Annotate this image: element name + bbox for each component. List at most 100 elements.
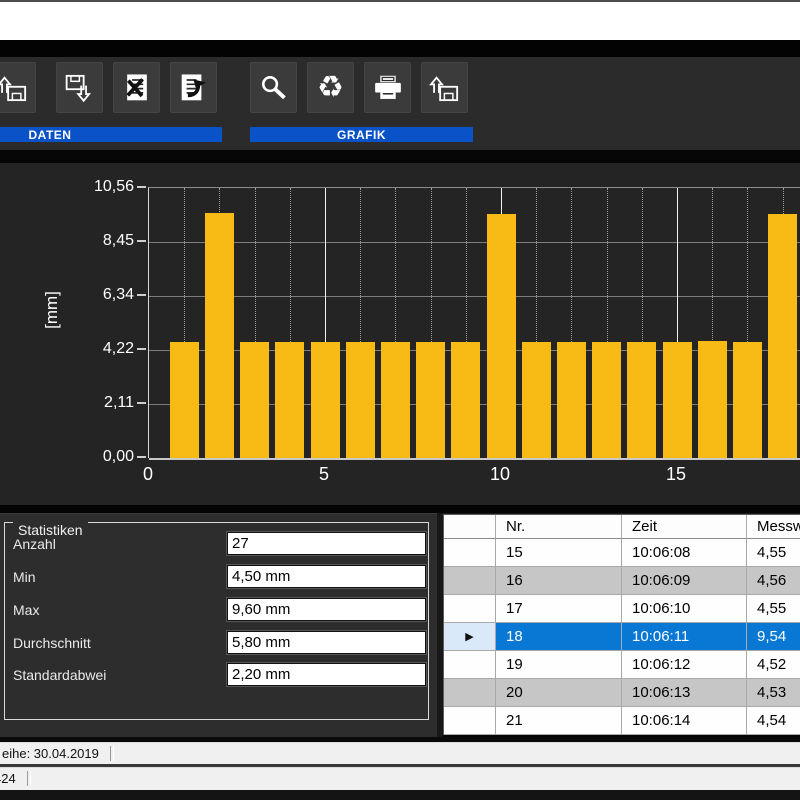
y-tick-mark xyxy=(137,240,146,242)
status-bar-2: 424 xyxy=(0,767,800,790)
cell-zeit[interactable]: 10:06:14 xyxy=(622,707,747,735)
separator xyxy=(0,505,800,513)
cell-mess[interactable]: 4,52 xyxy=(747,651,800,679)
refresh-button[interactable]: ♻ xyxy=(307,62,354,113)
table-row[interactable]: ▶ 1810:06:119,54 xyxy=(444,623,800,651)
h-gridline xyxy=(149,242,800,243)
printer-icon xyxy=(370,72,406,104)
plot-area xyxy=(148,187,800,458)
row-selector-header xyxy=(444,515,496,539)
cell-nr[interactable]: 15 xyxy=(496,539,622,567)
chart-bar xyxy=(311,342,340,458)
row-selector[interactable] xyxy=(444,595,496,623)
recycle-icon: ♻ xyxy=(317,73,344,103)
row-selector[interactable] xyxy=(444,567,496,595)
table-row[interactable]: 2110:06:144,54 xyxy=(444,707,800,735)
chart-bar xyxy=(733,342,762,458)
stat-field-standardabwei[interactable] xyxy=(227,663,426,686)
stat-field-anzahl[interactable] xyxy=(227,532,426,555)
print-button[interactable] xyxy=(364,62,411,113)
row-selector[interactable] xyxy=(444,707,496,735)
x-tick-label: 15 xyxy=(654,464,698,485)
table-row[interactable]: 1910:06:124,52 xyxy=(444,651,800,679)
stat-label-max: Max xyxy=(13,599,39,621)
row-arrow-icon: ▶ xyxy=(465,630,473,643)
export-graphic-button[interactable] xyxy=(421,62,468,113)
y-tick-label: 0,00 xyxy=(72,447,134,467)
y-tick-label: 6,34 xyxy=(72,285,134,305)
cell-zeit[interactable]: 10:06:11 xyxy=(622,623,747,651)
chart-panel: [mm] 0,002,114,226,348,4510,56051015 xyxy=(0,163,800,505)
x-tick-label: 0 xyxy=(126,464,170,485)
cell-nr[interactable]: 19 xyxy=(496,651,622,679)
column-header-nr[interactable]: Nr. xyxy=(496,515,622,539)
chart-bar xyxy=(416,342,445,458)
table-row[interactable]: 2010:06:134,53 xyxy=(444,679,800,707)
load-data-button[interactable] xyxy=(0,62,36,113)
cell-zeit[interactable]: 10:06:10 xyxy=(622,595,747,623)
cell-zeit[interactable]: 10:06:12 xyxy=(622,651,747,679)
chart-bar xyxy=(381,342,410,458)
column-header-zeit[interactable]: Zeit xyxy=(622,515,747,539)
stat-field-min[interactable] xyxy=(227,565,426,588)
cell-nr[interactable]: 18 xyxy=(496,623,622,651)
zoom-button[interactable] xyxy=(250,62,297,113)
cell-zeit[interactable]: 10:06:09 xyxy=(622,567,747,595)
chart-bar xyxy=(592,342,621,458)
x-axis-line xyxy=(149,458,800,460)
chart-bar xyxy=(522,342,551,458)
y-tick-label: 8,45 xyxy=(72,231,134,251)
status-date-text: eihe: 30.04.2019 xyxy=(2,746,99,761)
x-tick-label: 5 xyxy=(302,464,346,485)
chart-bar xyxy=(275,342,304,458)
cell-zeit[interactable]: 10:06:13 xyxy=(622,679,747,707)
export-data-button[interactable] xyxy=(170,62,217,113)
chart-bar xyxy=(557,342,586,458)
y-tick-mark xyxy=(137,186,146,188)
cell-nr[interactable]: 17 xyxy=(496,595,622,623)
stat-field-max[interactable] xyxy=(227,598,426,621)
separator xyxy=(0,150,800,163)
cell-mess[interactable]: 4,55 xyxy=(747,539,800,567)
cell-mess[interactable]: 4,55 xyxy=(747,595,800,623)
window-bottom-edge xyxy=(0,790,800,800)
x-tick-label: 10 xyxy=(478,464,522,485)
stat-field-durchschnitt[interactable] xyxy=(227,631,426,654)
row-selector[interactable] xyxy=(444,679,496,707)
chart-bar xyxy=(663,342,692,458)
cell-nr[interactable]: 16 xyxy=(496,567,622,595)
cell-mess[interactable]: 9,54 xyxy=(747,623,800,651)
row-selector[interactable] xyxy=(444,539,496,567)
cell-mess[interactable]: 4,54 xyxy=(747,707,800,735)
cell-mess[interactable]: 4,53 xyxy=(747,679,800,707)
table-row[interactable]: 1510:06:084,55 xyxy=(444,539,800,567)
chart-bar xyxy=(768,214,797,458)
y-tick-mark xyxy=(137,348,146,350)
floppy-arrow-down-icon xyxy=(63,73,97,103)
cell-mess[interactable]: 4,56 xyxy=(747,567,800,595)
chart-bar xyxy=(205,213,234,458)
document-x-icon xyxy=(122,72,152,104)
row-selector[interactable] xyxy=(444,651,496,679)
stat-label-durchschnitt: Durchschnitt xyxy=(13,632,91,654)
cell-zeit[interactable]: 10:06:08 xyxy=(622,539,747,567)
y-tick-label: 10,56 xyxy=(72,177,134,197)
current-row-indicator[interactable]: ▶ xyxy=(444,623,496,651)
table-row[interactable]: 1610:06:094,56 xyxy=(444,567,800,595)
measurements-table[interactable]: Nr.ZeitMesswert1510:06:084,551610:06:094… xyxy=(443,514,800,737)
cell-nr[interactable]: 20 xyxy=(496,679,622,707)
daten-group-label: DATEN xyxy=(29,128,72,142)
title-strip xyxy=(0,40,800,57)
chart-bar xyxy=(170,342,199,458)
statistics-panel: Statistiken AnzahlMinMaxDurchschnittStan… xyxy=(0,513,437,737)
column-header-messwert[interactable]: Messwert xyxy=(747,515,800,539)
table-row[interactable]: 1710:06:104,55 xyxy=(444,595,800,623)
save-data-button[interactable] xyxy=(56,62,103,113)
y-tick-mark xyxy=(137,456,146,458)
cell-nr[interactable]: 21 xyxy=(496,707,622,735)
y-tick-mark xyxy=(137,294,146,296)
h-gridline xyxy=(149,296,800,297)
stat-label-standardabwei: Standardabwei xyxy=(13,664,106,686)
delete-report-button[interactable] xyxy=(113,62,160,113)
chart-bar xyxy=(451,342,480,458)
